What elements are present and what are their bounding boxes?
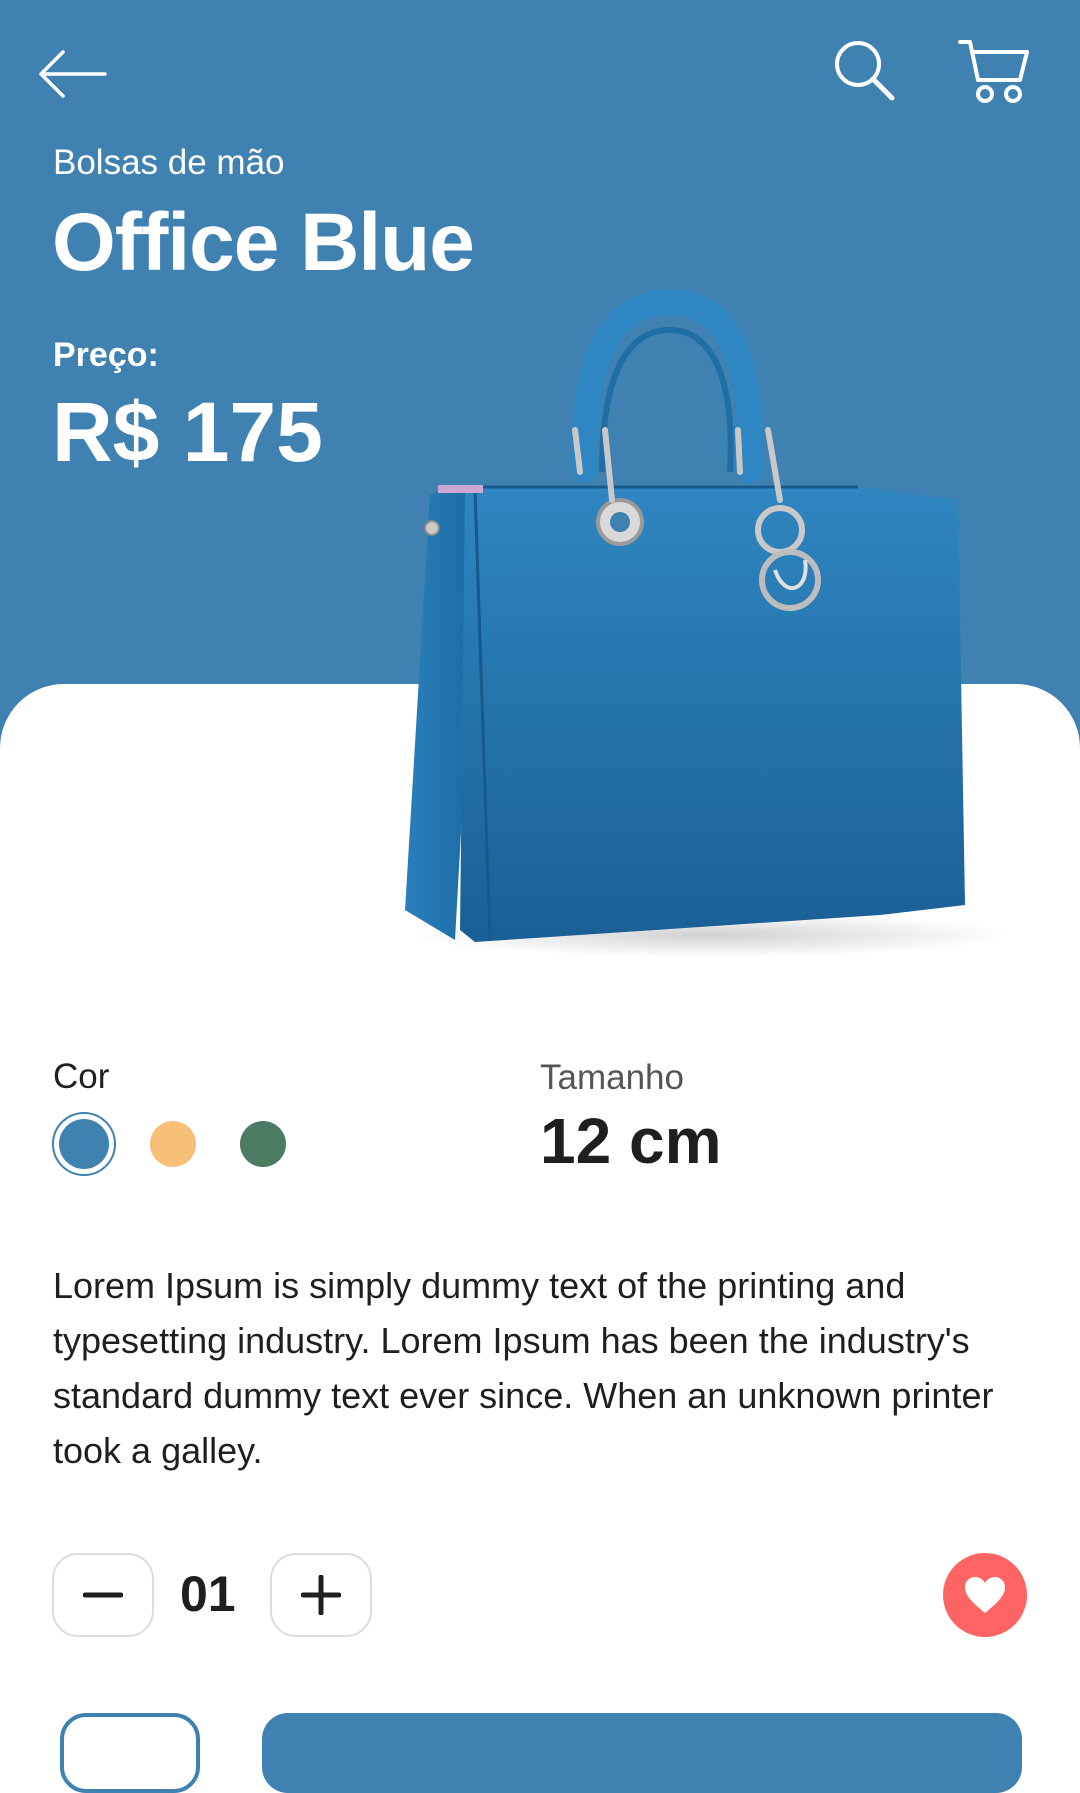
product-title: Office Blue bbox=[52, 197, 475, 288]
buy-now-button[interactable] bbox=[262, 1713, 1022, 1793]
color-swatches bbox=[52, 1112, 302, 1176]
add-to-cart-button[interactable] bbox=[60, 1713, 200, 1793]
increment-button[interactable] bbox=[270, 1553, 372, 1637]
decrement-button[interactable] bbox=[52, 1553, 154, 1637]
size-label: Tamanho bbox=[540, 1058, 684, 1097]
price-value: R$ 175 bbox=[52, 385, 323, 479]
color-label: Cor bbox=[53, 1057, 110, 1096]
quantity-value: 01 bbox=[180, 1566, 236, 1622]
color-swatch-blue[interactable] bbox=[52, 1112, 116, 1176]
product-category: Bolsas de mão bbox=[53, 143, 285, 182]
favorite-button[interactable] bbox=[943, 1553, 1027, 1637]
size-value: 12 cm bbox=[540, 1105, 722, 1177]
back-button[interactable] bbox=[30, 36, 114, 112]
price-label: Preço: bbox=[53, 336, 159, 374]
color-swatch-blue-fill bbox=[59, 1119, 109, 1169]
handbag-image bbox=[405, 290, 1010, 957]
color-swatch-orange[interactable] bbox=[150, 1121, 196, 1167]
heart-icon bbox=[965, 1577, 1005, 1613]
search-button[interactable] bbox=[824, 30, 904, 110]
shopping-cart-icon bbox=[958, 40, 1029, 103]
arrow-left-icon bbox=[39, 50, 107, 98]
plus-icon bbox=[301, 1575, 341, 1615]
color-swatch-green[interactable] bbox=[240, 1121, 286, 1167]
search-icon bbox=[835, 41, 895, 101]
minus-icon bbox=[83, 1592, 123, 1598]
cart-button[interactable] bbox=[950, 30, 1038, 114]
product-description: Lorem Ipsum is simply dummy text of the … bbox=[53, 1265, 994, 1471]
